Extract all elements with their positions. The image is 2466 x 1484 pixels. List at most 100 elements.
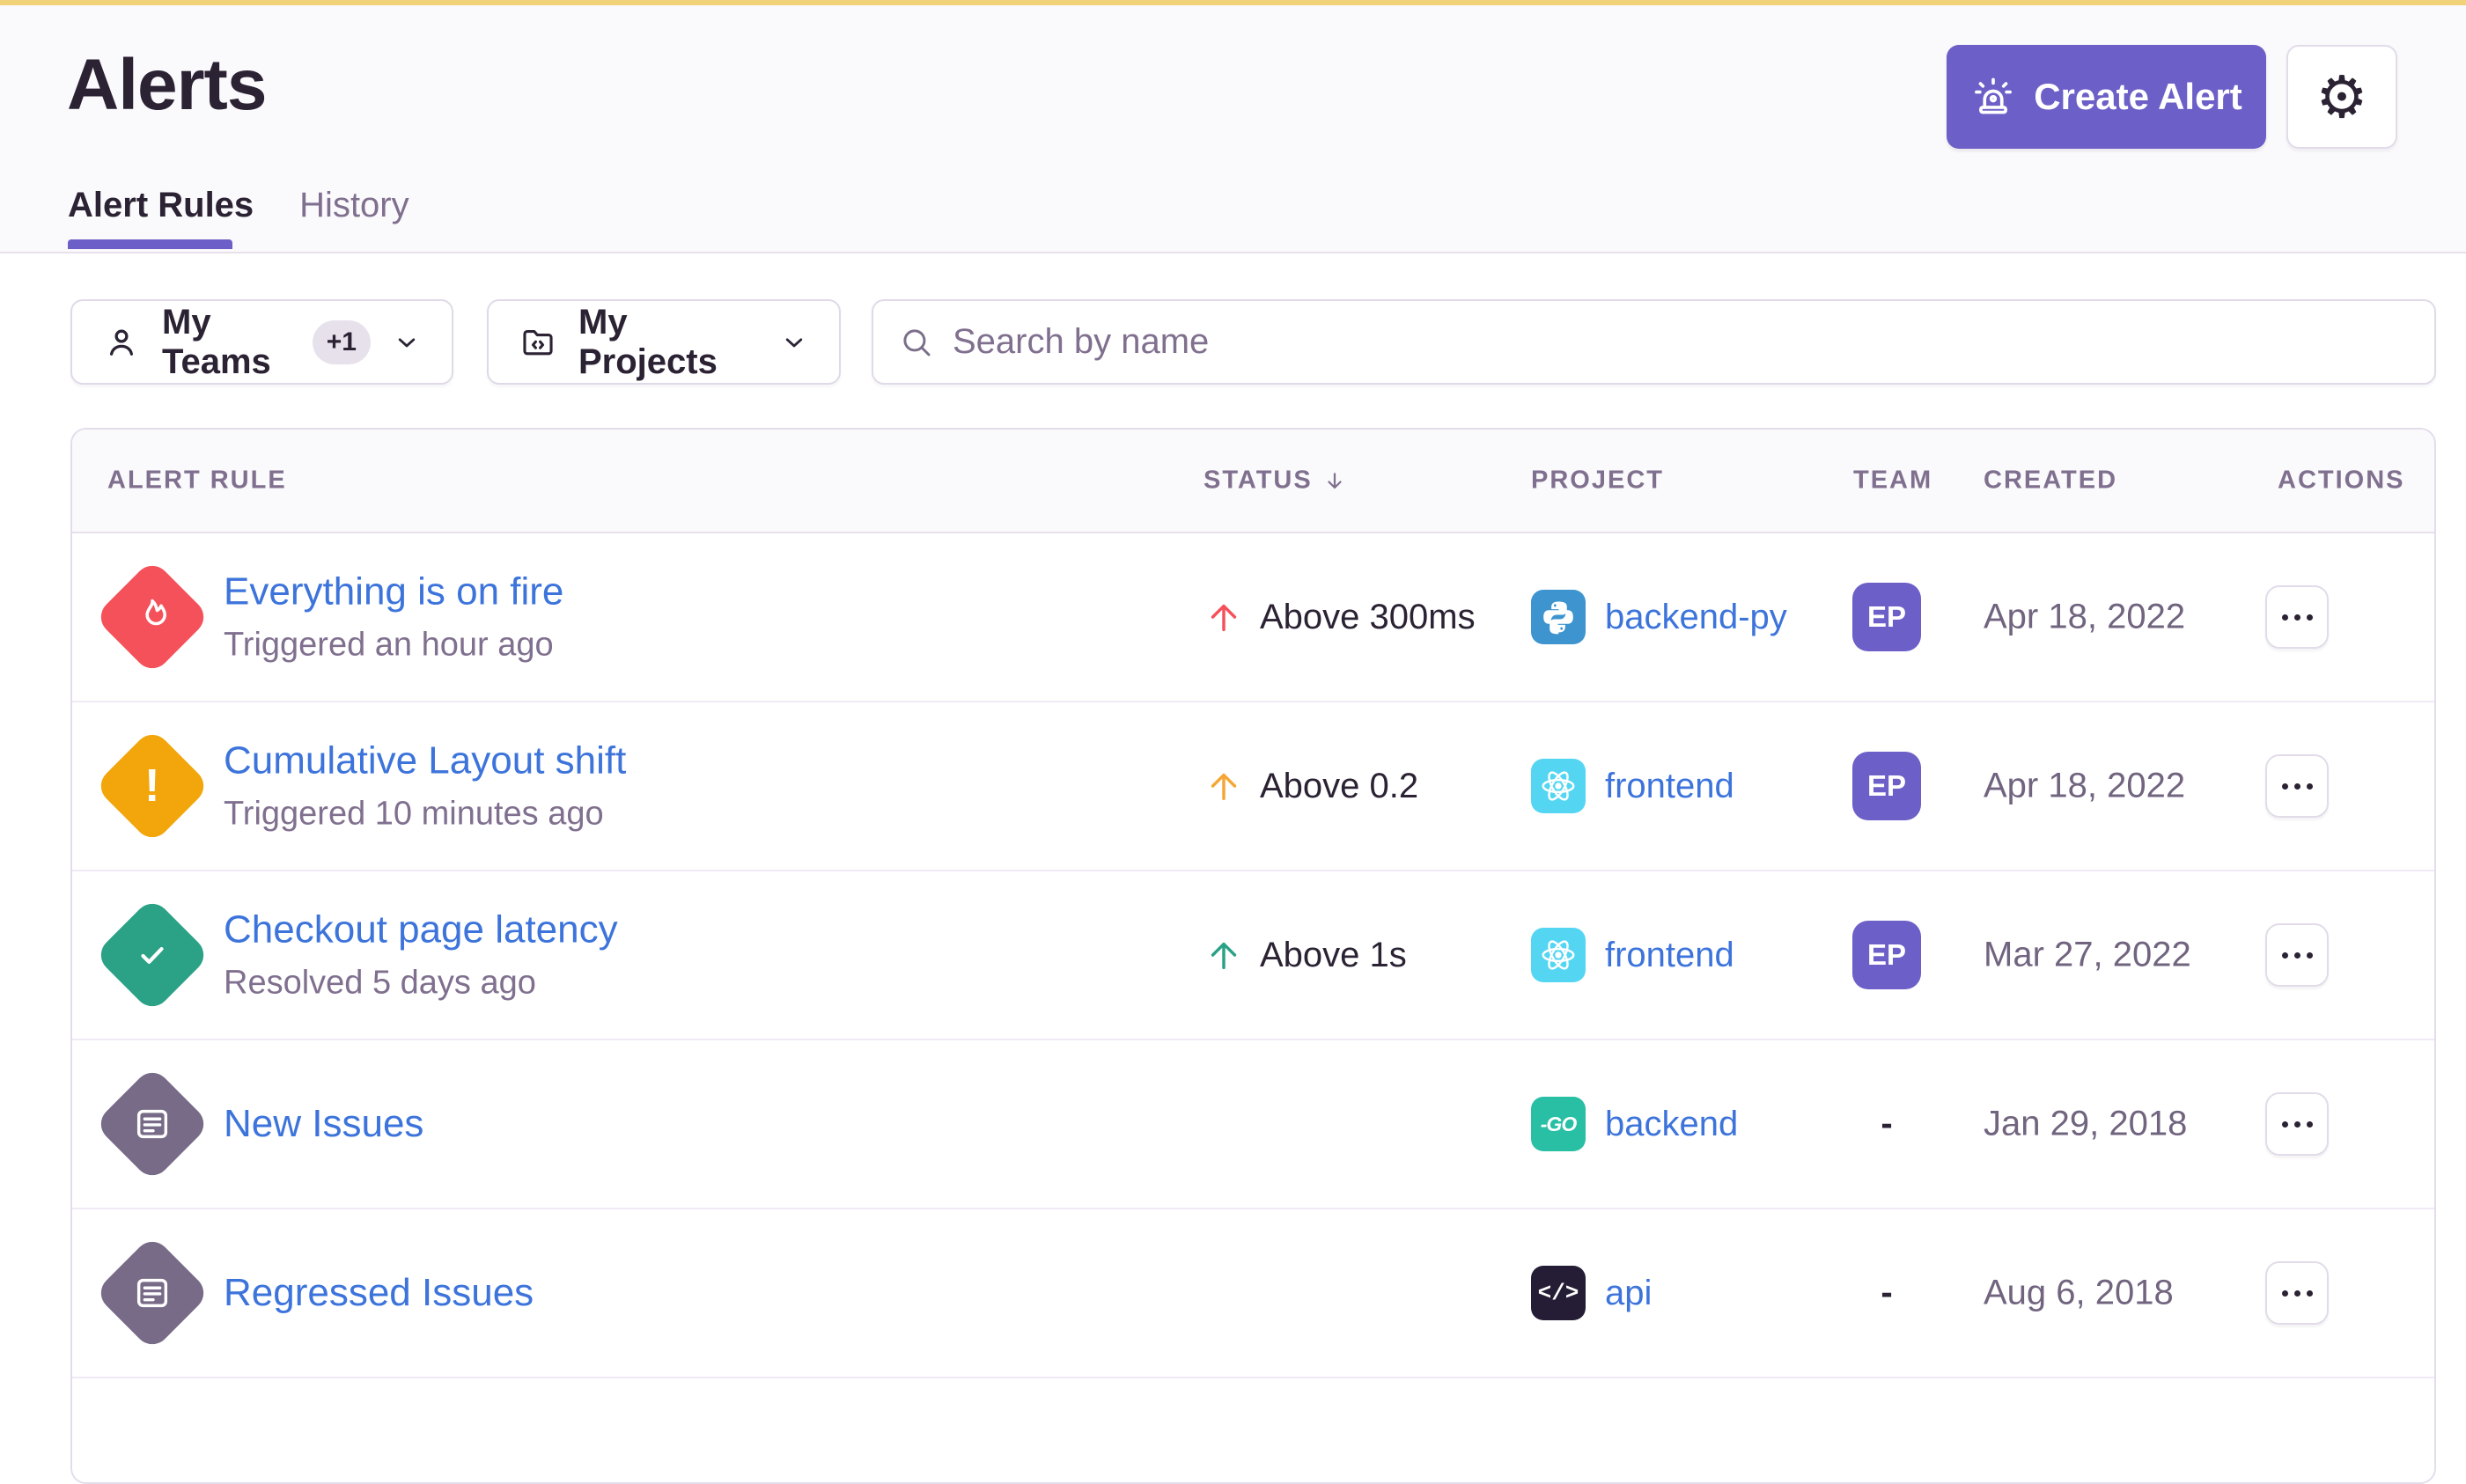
created-date: Apr 18, 2022 [1984, 767, 2185, 806]
row-actions-button[interactable] [2265, 1092, 2329, 1156]
go-icon: -GO [1531, 1097, 1586, 1151]
project-cell: -GO backend [1531, 1097, 1738, 1151]
sort-descending-icon [1321, 467, 1348, 494]
my-projects-filter-button[interactable]: My Projects [487, 299, 841, 385]
alert-rule-link[interactable]: New Issues [224, 1102, 423, 1146]
ellipsis-icon [2282, 614, 2313, 621]
my-projects-label: My Projects [578, 303, 758, 382]
column-header-status[interactable]: STATUS [1204, 467, 1348, 496]
exclamation-icon: ! [144, 760, 159, 812]
tab-alert-rules[interactable]: Alert Rules [68, 183, 254, 227]
alert-rule-link[interactable]: Checkout page latency [224, 908, 618, 952]
python-icon [1531, 590, 1586, 644]
table-row[interactable]: Everything is on fire Triggered an hour … [72, 533, 2434, 702]
issues-stack-icon [132, 1273, 173, 1313]
search-icon [898, 324, 935, 361]
teams-count-badge: +1 [313, 320, 371, 364]
tab-history[interactable]: History [299, 183, 409, 227]
issues-stack-icon [132, 1104, 173, 1144]
created-date: Apr 18, 2022 [1984, 598, 2185, 637]
row-actions-button[interactable] [2265, 585, 2329, 649]
alert-rule-subtitle: Resolved 5 days ago [224, 965, 618, 1003]
created-date: Jan 29, 2018 [1984, 1105, 2187, 1144]
status-text: Above 0.2 [1260, 767, 1418, 806]
alert-rule-subtitle: Triggered 10 minutes ago [224, 796, 626, 834]
create-alert-label: Create Alert [2034, 76, 2242, 118]
react-icon [1531, 928, 1586, 982]
code-icon: </> [1531, 1266, 1586, 1320]
react-icon [1531, 759, 1586, 813]
column-header-project: PROJECT [1531, 467, 1664, 496]
row-actions-button[interactable] [2265, 1261, 2329, 1325]
ellipsis-icon [2282, 783, 2313, 790]
table-row[interactable]: Checkout page latency Resolved 5 days ag… [72, 871, 2434, 1040]
project-link[interactable]: frontend [1605, 936, 1734, 975]
project-link[interactable]: api [1605, 1274, 1652, 1313]
alert-rules-table: ALERT RULE STATUS PROJECT TEAM CREATED A… [70, 428, 2436, 1484]
my-teams-label: My Teams [162, 303, 291, 382]
status-text: Above 300ms [1260, 598, 1476, 637]
ellipsis-icon [2282, 952, 2313, 959]
column-header-alert-rule: ALERT RULE [107, 467, 287, 496]
team-cell: EP [1852, 921, 1921, 989]
status-cell: Above 1s [1204, 935, 1407, 975]
column-header-team: TEAM [1853, 467, 1932, 496]
team-cell: EP [1852, 752, 1921, 820]
page-header: Alerts Create Alert ⚙ Alert Rules Histor… [0, 5, 2466, 253]
siren-icon [1970, 74, 2016, 120]
table-row[interactable]: Regressed Issues </> api - Aug 6, 2018 [72, 1209, 2434, 1378]
arrow-up-icon [1204, 766, 1244, 806]
team-avatar: EP [1852, 752, 1921, 820]
resolved-alert-diamond-icon [94, 897, 211, 1014]
page-title: Alerts [67, 44, 266, 127]
column-header-actions: ACTIONS [2278, 467, 2405, 496]
search-input[interactable] [953, 322, 2410, 362]
create-alert-button[interactable]: Create Alert [1947, 45, 2266, 149]
team-empty-dash: - [1881, 1105, 1892, 1144]
row-actions-button[interactable] [2265, 754, 2329, 818]
warning-alert-diamond-icon: ! [94, 728, 211, 845]
user-icon [102, 323, 141, 362]
column-header-created: CREATED [1984, 467, 2117, 496]
critical-alert-diamond-icon [94, 559, 211, 676]
fire-icon [130, 595, 174, 639]
alert-rule-link[interactable]: Everything is on fire [224, 570, 563, 614]
project-cell: frontend [1531, 759, 1734, 813]
ellipsis-icon [2282, 1121, 2313, 1128]
team-cell: - [1852, 1274, 1921, 1313]
project-link[interactable]: backend-py [1605, 598, 1787, 637]
table-row[interactable]: ! Cumulative Layout shift Triggered 10 m… [72, 702, 2434, 871]
created-date: Mar 27, 2022 [1984, 936, 2191, 975]
check-icon [132, 935, 173, 975]
row-actions-button[interactable] [2265, 923, 2329, 987]
created-date: Aug 6, 2018 [1984, 1274, 2174, 1313]
ellipsis-icon [2282, 1290, 2313, 1297]
team-avatar: EP [1852, 583, 1921, 651]
status-cell: Above 300ms [1204, 597, 1476, 637]
project-link[interactable]: backend [1605, 1105, 1738, 1144]
team-cell: EP [1852, 583, 1921, 651]
table-row[interactable]: New Issues -GO backend - Jan 29, 2018 [72, 1040, 2434, 1209]
team-avatar: EP [1852, 921, 1921, 989]
alert-rule-link[interactable]: Regressed Issues [224, 1271, 534, 1315]
search-box [872, 299, 2436, 385]
issue-alert-diamond-icon [94, 1066, 211, 1183]
table-header-row: ALERT RULE STATUS PROJECT TEAM CREATED A… [72, 430, 2434, 533]
gear-icon: ⚙ [2315, 68, 2367, 126]
arrow-up-icon [1204, 597, 1244, 637]
arrow-up-icon [1204, 935, 1244, 975]
active-tab-underline [68, 239, 232, 249]
project-folder-code-icon [519, 323, 557, 362]
team-empty-dash: - [1881, 1274, 1892, 1313]
project-cell: frontend [1531, 928, 1734, 982]
team-cell: - [1852, 1105, 1921, 1144]
settings-button[interactable]: ⚙ [2286, 45, 2397, 149]
table-row-partial [72, 1378, 2434, 1484]
chevron-down-icon [779, 327, 809, 357]
status-cell: Above 0.2 [1204, 766, 1418, 806]
alert-rule-link[interactable]: Cumulative Layout shift [224, 739, 626, 783]
tab-bar: Alert Rules History [68, 183, 409, 227]
my-teams-filter-button[interactable]: My Teams +1 [70, 299, 453, 385]
project-link[interactable]: frontend [1605, 767, 1734, 806]
project-cell: backend-py [1531, 590, 1787, 644]
